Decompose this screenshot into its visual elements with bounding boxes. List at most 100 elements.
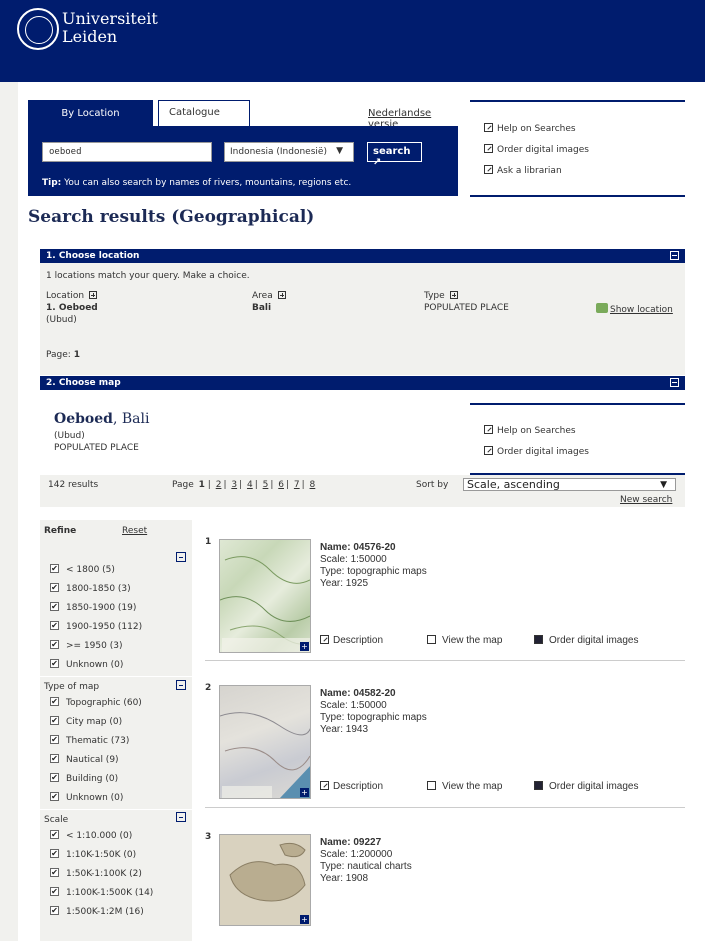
period-checkbox[interactable]: ✔ (50, 640, 59, 649)
collapse-icon[interactable] (670, 251, 679, 260)
sort-plus-icon (449, 291, 458, 299)
ask-librarian-link[interactable]: Ask a librarian (484, 165, 562, 176)
type-option[interactable]: Building (0) (66, 774, 118, 784)
col-area-header[interactable]: Area (252, 291, 286, 301)
result-info: Name: 09227 Scale: 1:200000 Type: nautic… (320, 837, 412, 885)
scale-option[interactable]: 1:100K-1:500K (14) (66, 888, 153, 898)
map-thumbnail[interactable]: + (219, 685, 311, 799)
period-option[interactable]: 1900-1950 (112) (66, 622, 142, 632)
description-link[interactable]: Description (320, 635, 383, 646)
col-area-label: Area (252, 291, 273, 301)
order-images-link-2[interactable]: Order digital images (484, 446, 589, 457)
refine-divider (40, 809, 192, 810)
period-checkbox[interactable]: ✔ (50, 659, 59, 668)
order-images-button[interactable]: Order digital images (534, 635, 638, 646)
result-info: Name: 04582-20 Scale: 1:50000 Type: topo… (320, 688, 427, 736)
map-thumbnail[interactable]: + (219, 834, 311, 926)
new-search-link[interactable]: New search (620, 495, 672, 505)
country-select[interactable]: Indonesia (Indonesië) ▼ (224, 142, 354, 162)
external-link-icon (484, 123, 493, 132)
map-thumbnail[interactable]: + (219, 539, 311, 653)
tip-text: You can also search by names of rivers, … (61, 178, 352, 188)
tab-by-location[interactable]: By Location (28, 100, 153, 126)
tab-catalogue[interactable]: Catalogue (158, 100, 250, 126)
result-name[interactable]: Name: 04582-20 (320, 688, 427, 700)
result-item: 1 + Name: 04576-20 Scale: 1:50000 Type: … (205, 537, 685, 662)
sort-select[interactable]: Scale, ascending ▼ (463, 478, 676, 491)
scale-option[interactable]: 1:10K-1:50K (0) (66, 850, 136, 860)
sort-plus-icon (277, 291, 286, 299)
type-checkbox[interactable]: ✔ (50, 697, 59, 706)
type-of-map-title: Type of map (44, 682, 100, 692)
scale-checkbox[interactable]: ✔ (50, 868, 59, 877)
type-checkbox[interactable]: ✔ (50, 792, 59, 801)
zoom-plus-icon[interactable]: + (300, 642, 309, 651)
collapse-type-icon[interactable] (176, 680, 186, 690)
period-option[interactable]: 1800-1850 (3) (66, 584, 131, 594)
view-map-link[interactable]: View the map (427, 781, 502, 792)
type-option[interactable]: Topographic (60) (66, 698, 142, 708)
period-option[interactable]: Unknown (0) (66, 660, 123, 670)
description-link[interactable]: Description (320, 781, 383, 792)
zoom-plus-icon[interactable]: + (300, 915, 309, 924)
zoom-plus-icon[interactable]: + (300, 788, 309, 797)
search-input[interactable]: oeboed (42, 142, 212, 162)
collapse-period-icon[interactable] (176, 552, 186, 562)
collapse-scale-icon[interactable] (176, 812, 186, 822)
period-option[interactable]: 1850-1900 (19) (66, 603, 136, 613)
result-item: 3 + Name: 09227 Scale: 1:200000 Type: na… (205, 832, 685, 932)
page-link-7[interactable]: 7 (294, 480, 300, 490)
page-link-3[interactable]: 3 (231, 480, 237, 490)
period-checkbox[interactable]: ✔ (50, 583, 59, 592)
page-link-2[interactable]: 2 (216, 480, 222, 490)
page-link-6[interactable]: 6 (278, 480, 284, 490)
period-checkbox[interactable]: ✔ (50, 602, 59, 611)
period-option[interactable]: >= 1950 (3) (66, 641, 122, 651)
page-link-4[interactable]: 4 (247, 480, 253, 490)
collapse-icon[interactable] (670, 378, 679, 387)
type-checkbox[interactable]: ✔ (50, 773, 59, 782)
map-icon (596, 303, 608, 313)
col-location-header[interactable]: Location (46, 291, 97, 301)
refine-reset-link[interactable]: Reset (122, 526, 147, 536)
period-checkbox[interactable]: ✔ (50, 621, 59, 630)
type-checkbox[interactable]: ✔ (50, 754, 59, 763)
scale-checkbox[interactable]: ✔ (50, 830, 59, 839)
help-searches-link-2[interactable]: Help on Searches (484, 425, 576, 436)
sort-plus-icon (88, 291, 97, 299)
period-checkbox[interactable]: ✔ (50, 564, 59, 573)
page-link-8[interactable]: 8 (310, 480, 316, 490)
order-images-link[interactable]: Order digital images (484, 144, 589, 155)
scale-checkbox[interactable]: ✔ (50, 887, 59, 896)
scale-option[interactable]: 1:500K-1:2M (16) (66, 907, 144, 917)
result-name[interactable]: Name: 09227 (320, 837, 412, 849)
type-option[interactable]: Unknown (0) (66, 793, 123, 803)
type-checkbox[interactable]: ✔ (50, 716, 59, 725)
location-name[interactable]: 1. Oeboed (46, 303, 98, 313)
page-link-5[interactable]: 5 (263, 480, 269, 490)
location-pager: Page: 1 (46, 350, 80, 360)
scale-checkbox[interactable]: ✔ (50, 906, 59, 915)
scale-option[interactable]: < 1:10.000 (0) (66, 831, 132, 841)
help-searches-link[interactable]: Help on Searches (484, 123, 576, 134)
scale-option[interactable]: 1:50K-1:100K (2) (66, 869, 142, 879)
view-map-link[interactable]: View the map (427, 635, 502, 646)
location-area: Bali (252, 303, 272, 313)
view-map-icon (427, 781, 436, 790)
show-location-link[interactable]: Show location (596, 303, 673, 315)
scale-checkbox[interactable]: ✔ (50, 849, 59, 858)
col-type-header[interactable]: Type (424, 291, 458, 301)
type-option[interactable]: Nautical (9) (66, 755, 119, 765)
site-header: Universiteit Leiden (0, 0, 705, 82)
type-checkbox[interactable]: ✔ (50, 735, 59, 744)
university-logo-text[interactable]: Universiteit Leiden (62, 10, 158, 46)
result-name[interactable]: Name: 04576-20 (320, 542, 427, 554)
search-button[interactable]: search ↗ (367, 142, 422, 168)
refine-title: Refine (44, 526, 77, 536)
period-option[interactable]: < 1800 (5) (66, 565, 115, 575)
place-type: POPULATED PLACE (54, 443, 139, 453)
order-images-button[interactable]: Order digital images (534, 781, 638, 792)
type-option[interactable]: City map (0) (66, 717, 122, 727)
type-option[interactable]: Thematic (73) (66, 736, 129, 746)
university-seal-logo[interactable] (17, 8, 59, 50)
